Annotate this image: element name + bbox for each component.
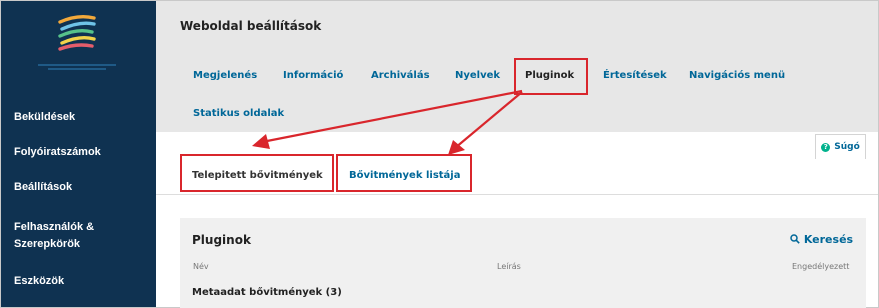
plugins-panel-title: Pluginok [192,233,251,247]
search-icon [790,234,800,244]
column-description: Leírás [497,262,521,271]
arrowhead-installed [252,134,270,149]
arrow-to-installed [261,89,523,144]
arrow-to-gallery [454,91,523,149]
search-button[interactable]: Keresés [790,233,853,246]
search-label: Keresés [803,233,854,246]
column-enabled: Engedélyezett [792,262,850,271]
plugin-category-metadata[interactable]: Metaadat bővitmények (3) [192,287,342,298]
column-name: Név [193,262,209,271]
